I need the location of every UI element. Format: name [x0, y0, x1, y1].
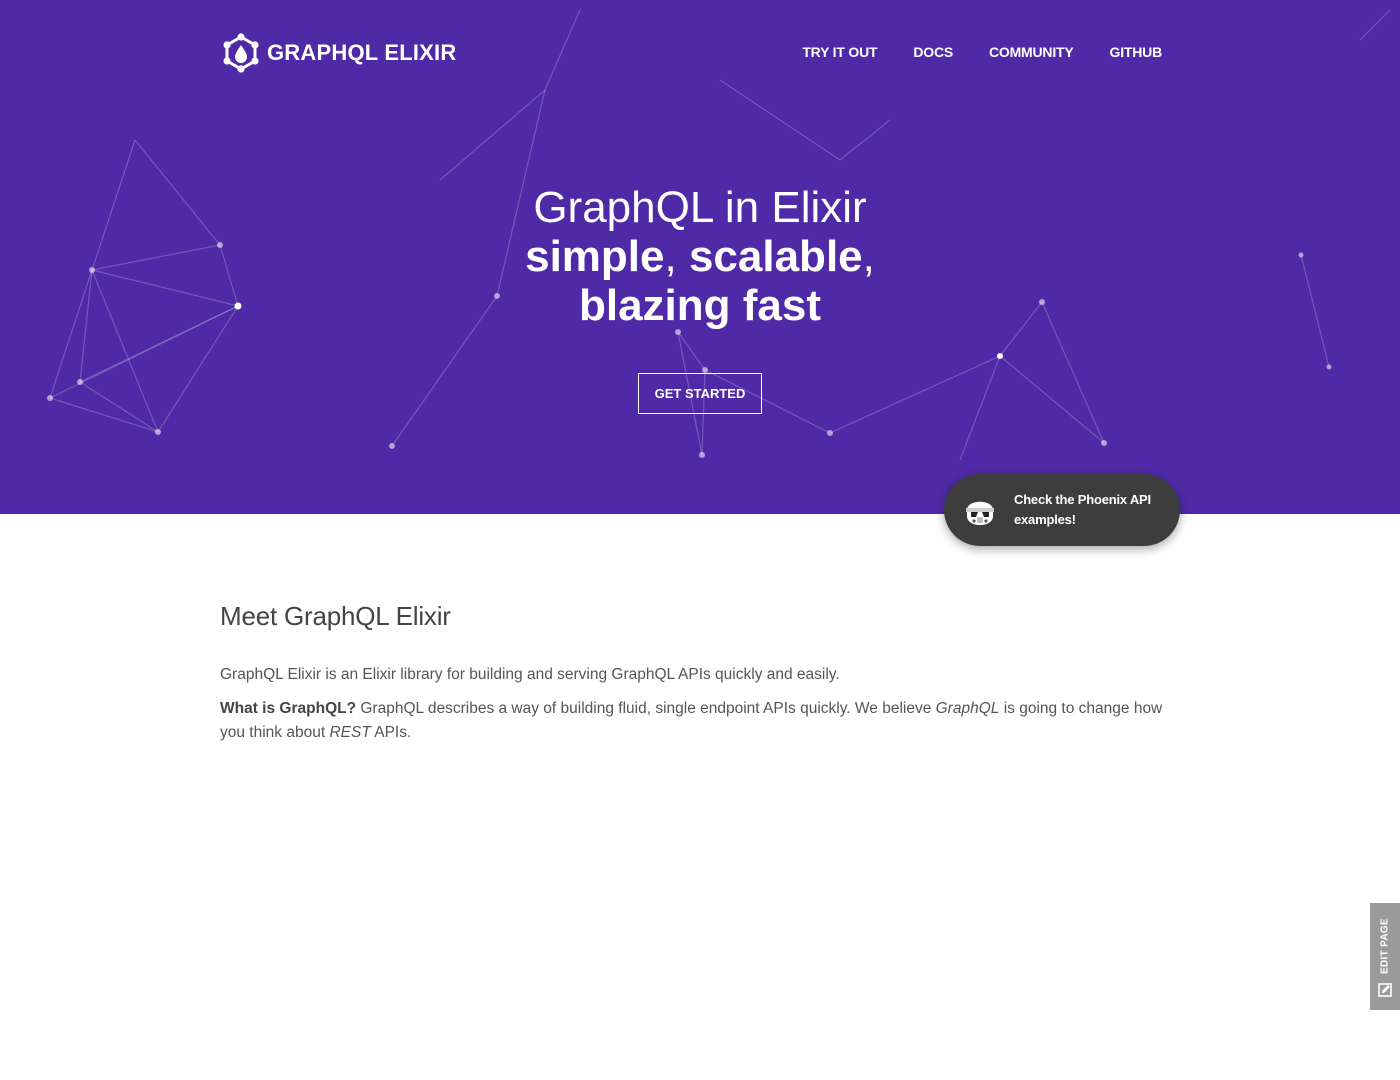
p2-emphasis-graphql: GraphQL [935, 700, 1000, 717]
hero-headline: GraphQL in Elixir simple, scalable, blaz… [0, 183, 1400, 330]
what-is-graphql-label: What is GraphQL? [220, 700, 357, 717]
edit-page-tab[interactable]: EDIT PAGE [1370, 903, 1400, 1010]
intro-paragraph: GraphQL Elixir is an Elixir library for … [220, 666, 840, 683]
nav-docs[interactable]: DOCS [913, 44, 953, 60]
p2-text-a: GraphQL describes a way of building flui… [356, 700, 936, 717]
headline-line-2: simple, scalable, [0, 232, 1400, 281]
nav-try-it-out[interactable]: TRY IT OUT [802, 44, 877, 60]
headline-separator-2: , [862, 232, 875, 281]
promo-text: Check the Phoenix API examples! [1014, 492, 1151, 527]
p2-emphasis-rest: REST [329, 724, 371, 741]
headline-word-simple: simple [525, 232, 665, 281]
p2-text-c: APIs. [370, 724, 412, 741]
headline-word-scalable: scalable [688, 232, 863, 281]
what-is-graphql-paragraph: What is GraphQL? GraphQL describes a way… [220, 697, 1180, 745]
graphql-elixir-logo-icon [223, 33, 259, 73]
headline-line-1: GraphQL in Elixir [533, 183, 867, 232]
nav-community[interactable]: COMMUNITY [989, 44, 1074, 60]
site-logo[interactable]: GRAPHQL ELIXIR [222, 33, 456, 73]
edit-icon [1378, 983, 1392, 997]
phoenix-examples-promo[interactable]: Check the Phoenix API examples! [944, 474, 1180, 546]
edit-page-label: EDIT PAGE [1379, 918, 1391, 974]
hero-section: GRAPHQL ELIXIR TRY IT OUT DOCS COMMUNITY… [0, 0, 1400, 514]
logo-text: GRAPHQL ELIXIR [267, 40, 457, 65]
main-nav: TRY IT OUT DOCS COMMUNITY GITHUB [766, 44, 1162, 60]
headline-line-3: blazing fast [578, 281, 822, 330]
stormtrooper-icon [966, 501, 994, 525]
headline-separator-1: , [664, 232, 689, 281]
get-started-button[interactable]: GET STARTED [638, 373, 762, 414]
section-title: Meet GraphQL Elixir [220, 601, 451, 631]
nav-github[interactable]: GITHUB [1110, 44, 1163, 60]
